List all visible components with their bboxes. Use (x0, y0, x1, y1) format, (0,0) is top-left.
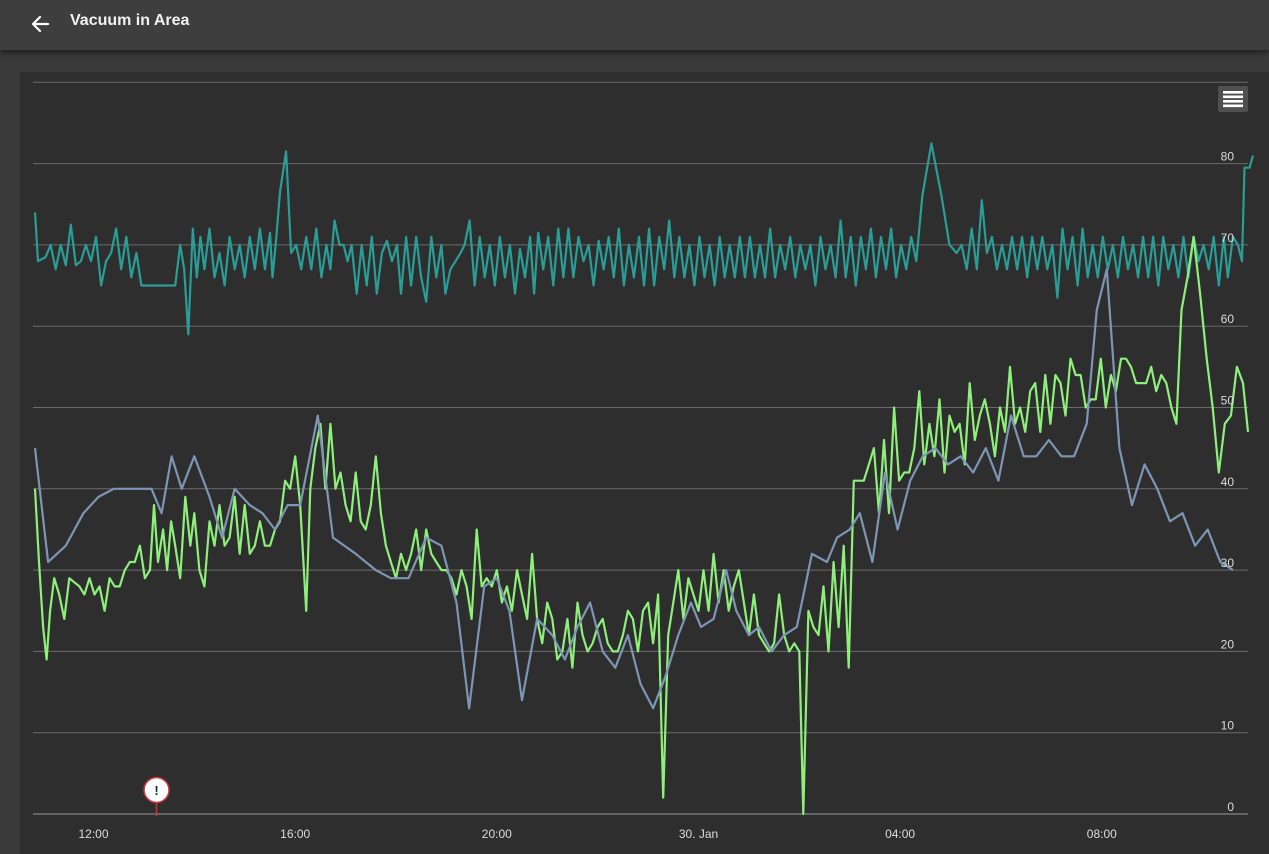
y-tick-label: 10 (1221, 719, 1235, 733)
y-tick-label: 40 (1221, 475, 1235, 489)
series-layer (33, 142, 1255, 816)
top-app-bar: Vacuum in Area (0, 0, 1269, 50)
y-tick-label: 70 (1221, 231, 1235, 245)
series-line-1 (33, 142, 1255, 336)
x-tick-label: 04:00 (885, 827, 915, 841)
series-line-2 (33, 235, 1250, 816)
y-tick-label: 30 (1221, 556, 1235, 570)
arrow-left-icon (31, 15, 50, 33)
y-tick-label: 20 (1221, 637, 1235, 651)
grid-lines (33, 81, 1248, 815)
x-tick-label: 20:00 (482, 827, 512, 841)
back-button[interactable] (26, 9, 56, 39)
alert-icon: ! (154, 783, 158, 798)
y-tick-label: 0 (1227, 800, 1234, 814)
chart-menu-button[interactable] (1218, 86, 1248, 112)
x-tick-label: 08:00 (1087, 827, 1117, 841)
y-tick-label: 80 (1221, 150, 1235, 164)
x-axis-ticks: 12:00 16:00 20:00 30. Jan 04:00 08:00 (78, 827, 1117, 841)
x-tick-label: 16:00 (280, 827, 310, 841)
chart-plot: 0 10 20 30 40 50 60 70 80 12:00 16:00 20:00 30. Jan… (33, 81, 1255, 841)
alert-marker[interactable]: ! (143, 776, 170, 817)
page-title: Vacuum in Area (70, 12, 190, 29)
y-tick-label: 60 (1221, 312, 1235, 326)
x-tick-label: 12:00 (78, 827, 108, 841)
hamburger-menu-icon (1223, 91, 1243, 108)
y-tick-label: 50 (1221, 394, 1235, 408)
x-tick-label: 30. Jan (679, 827, 718, 841)
